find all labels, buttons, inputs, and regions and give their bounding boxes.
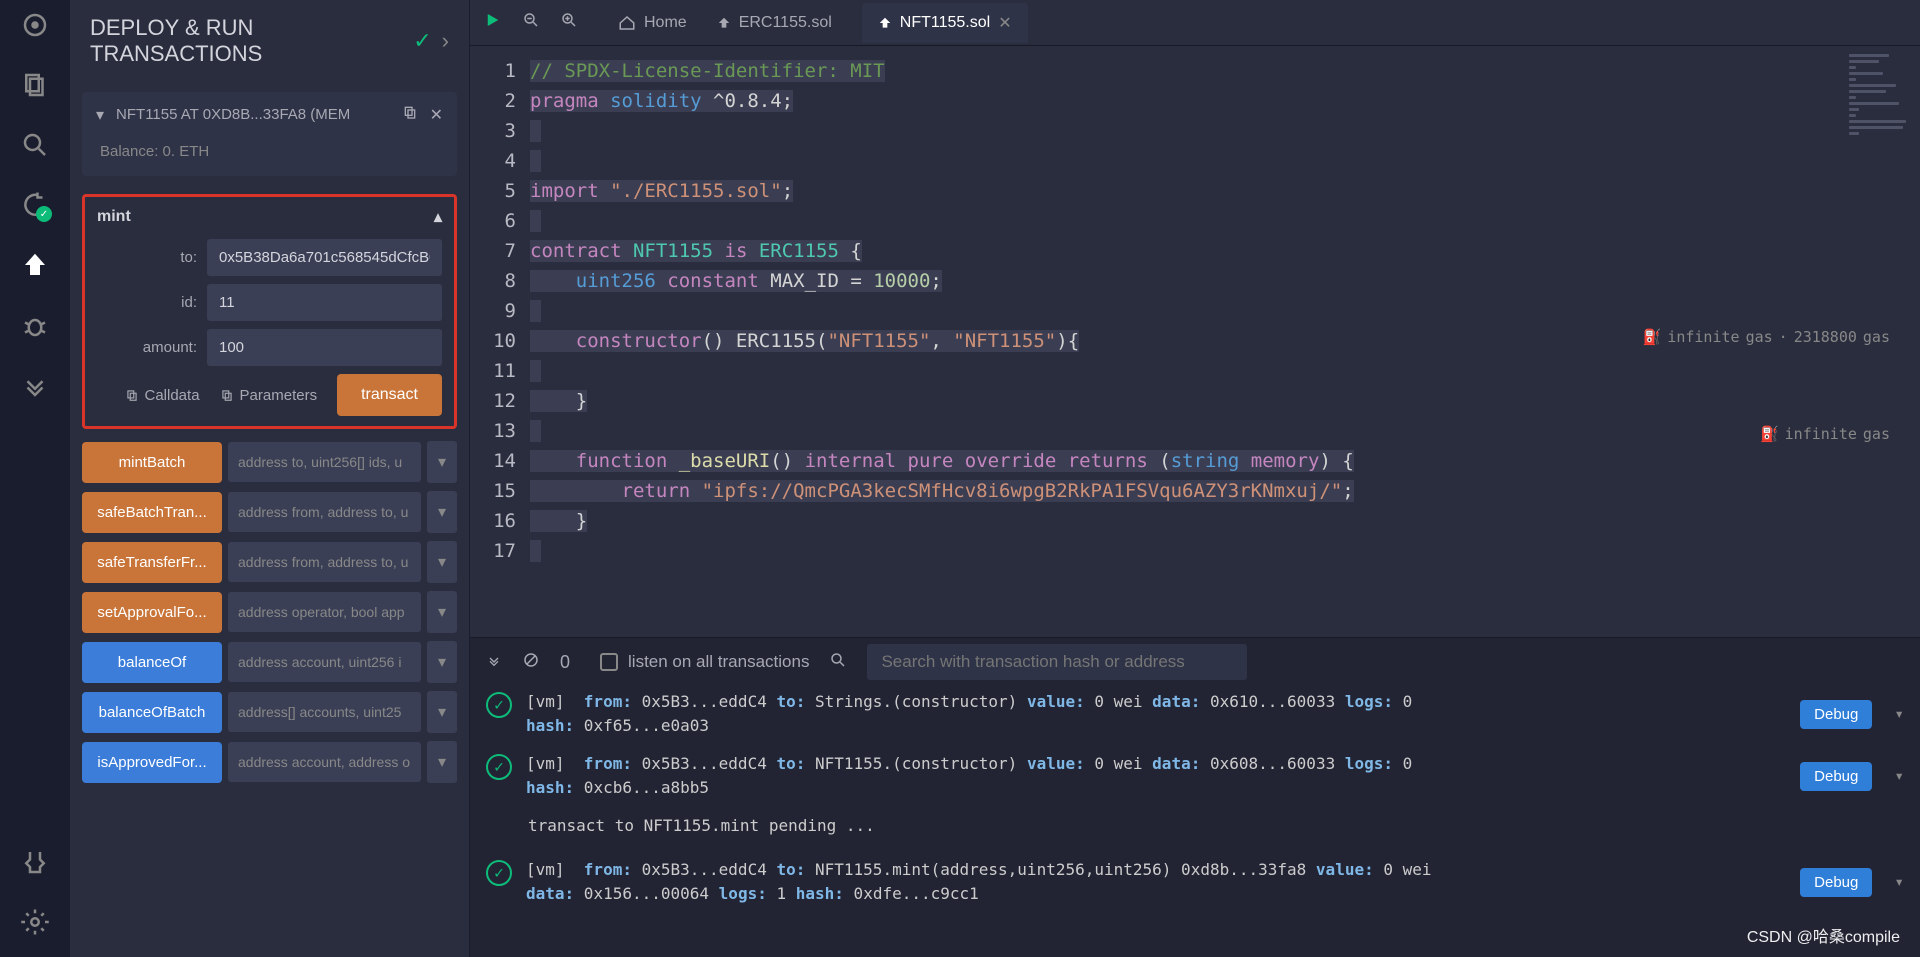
tab-close-icon[interactable]: ✕ — [998, 13, 1011, 33]
to-label: to: — [97, 249, 207, 266]
function-row: balanceOfaddress account, uint256 i▾ — [82, 641, 457, 683]
deployed-contract: ▾ NFT1155 AT 0XD8B...33FA8 (MEM ✕ Balanc… — [82, 92, 457, 176]
function-button[interactable]: safeBatchTran... — [82, 492, 222, 533]
icon-bar: ✓ — [0, 0, 70, 957]
chevron-down-icon[interactable]: ▾ — [427, 541, 457, 583]
function-params-input[interactable]: address[] accounts, uint25 — [228, 692, 421, 732]
chevron-down-icon[interactable]: ▾ — [427, 591, 457, 633]
close-icon[interactable]: ✕ — [430, 105, 443, 125]
log-entry: ✓ [vm] from: 0x5B3...eddC4 to: NFT1155.(… — [486, 752, 1904, 800]
zoom-in-icon[interactable] — [560, 11, 578, 34]
gas-hint: ⛽ infinite gas · 2318800 gas — [1643, 328, 1890, 346]
transact-button[interactable]: transact — [337, 374, 442, 416]
listen-toggle[interactable]: listen on all transactions — [600, 652, 809, 672]
function-row: mintBatchaddress to, uint256[] ids, u▾ — [82, 441, 457, 483]
function-params-input[interactable]: address from, address to, u — [228, 492, 421, 532]
function-button[interactable]: balanceOf — [82, 642, 222, 683]
tab-nft1155[interactable]: NFT1155.sol✕ — [862, 3, 1028, 43]
deploy-panel: DEPLOY & RUN TRANSACTIONS ✓ › ▾ NFT1155 … — [70, 0, 470, 957]
function-row: safeBatchTran...address from, address to… — [82, 491, 457, 533]
debugger-icon[interactable] — [20, 310, 50, 340]
chevron-down-icon[interactable]: ▾ — [427, 441, 457, 483]
chevron-down-icon[interactable]: ▾ — [427, 691, 457, 733]
search-icon[interactable] — [20, 130, 50, 160]
pending-text: transact to NFT1155.mint pending ... — [528, 814, 1904, 838]
id-input[interactable] — [207, 284, 442, 321]
id-label: id: — [97, 294, 207, 311]
terminal-body[interactable]: ✓ [vm] from: 0x5B3...eddC4 to: Strings.(… — [470, 686, 1920, 957]
mint-function-box: mint ▴ to: id: amount: Calldata Paramete… — [82, 194, 457, 429]
function-params-input[interactable]: address from, address to, u — [228, 542, 421, 582]
chevron-right-icon[interactable]: › — [442, 28, 449, 54]
parameters-link[interactable]: Parameters — [220, 387, 318, 404]
tab-home[interactable]: Home — [618, 3, 687, 43]
chevron-down-icon[interactable]: ▾ — [1894, 702, 1904, 726]
function-button[interactable]: mintBatch — [82, 442, 222, 483]
function-button[interactable]: safeTransferFr... — [82, 542, 222, 583]
chevron-down-icon[interactable]: ▾ — [96, 105, 104, 125]
copy-icon[interactable] — [402, 104, 418, 125]
collapse-icon[interactable] — [486, 652, 502, 673]
code-editor[interactable]: 1234567891011121314151617 // SPDX-Licens… — [470, 46, 1920, 637]
success-icon: ✓ — [486, 754, 512, 780]
function-row: setApprovalFo...address operator, bool a… — [82, 591, 457, 633]
terminal: 0 listen on all transactions ✓ [vm] from… — [470, 637, 1920, 957]
chevron-down-icon[interactable]: ▾ — [427, 741, 457, 783]
editor: Home ERC1155.sol NFT1155.sol✕ 1234567891… — [470, 0, 1920, 957]
settings-icon[interactable] — [20, 907, 50, 937]
remix-logo-icon[interactable] — [20, 10, 50, 40]
chevron-down-icon[interactable]: ▾ — [1894, 764, 1904, 788]
function-button[interactable]: balanceOfBatch — [82, 692, 222, 733]
success-icon: ✓ — [486, 860, 512, 886]
plugin-icon[interactable] — [20, 847, 50, 877]
file-explorer-icon[interactable] — [20, 70, 50, 100]
panel-title: DEPLOY & RUN TRANSACTIONS ✓ › — [70, 0, 469, 82]
debug-button[interactable]: Debug — [1800, 700, 1872, 729]
function-params-input[interactable]: address account, address o — [228, 742, 421, 782]
editor-toolbar: Home ERC1155.sol NFT1155.sol✕ — [470, 0, 1920, 46]
chevron-down-icon[interactable]: ▾ — [427, 641, 457, 683]
function-button[interactable]: isApprovedFor... — [82, 742, 222, 783]
contract-title: NFT1155 AT 0XD8B...33FA8 (MEM — [116, 106, 390, 123]
chevron-up-icon[interactable]: ▴ — [434, 207, 442, 227]
debug-button[interactable]: Debug — [1800, 868, 1872, 897]
panel-title-text: DEPLOY & RUN TRANSACTIONS — [90, 15, 403, 67]
pending-count: 0 — [560, 652, 570, 673]
function-list: mintBatchaddress to, uint256[] ids, u▾sa… — [82, 441, 457, 791]
gas-hint: ⛽ infinite gas — [1760, 425, 1890, 443]
function-button[interactable]: setApprovalFo... — [82, 592, 222, 633]
run-icon[interactable] — [484, 11, 502, 34]
chevron-down-icon[interactable]: ▾ — [427, 491, 457, 533]
chevron-down-icon[interactable]: ▾ — [1894, 870, 1904, 894]
function-params-input[interactable]: address account, uint256 i — [228, 642, 421, 682]
function-params-input[interactable]: address operator, bool app — [228, 592, 421, 632]
function-row: balanceOfBatchaddress[] accounts, uint25… — [82, 691, 457, 733]
debug-button[interactable]: Debug — [1800, 762, 1872, 791]
function-row: isApprovedFor...address account, address… — [82, 741, 457, 783]
function-row: safeTransferFr...address from, address t… — [82, 541, 457, 583]
line-numbers: 1234567891011121314151617 — [470, 46, 530, 637]
check-icon: ✓ — [413, 28, 431, 54]
to-input[interactable] — [207, 239, 442, 276]
mint-label: mint — [97, 208, 131, 226]
clear-icon[interactable] — [522, 651, 540, 674]
amount-label: amount: — [97, 339, 207, 356]
checkbox[interactable] — [600, 653, 618, 671]
term-search-icon[interactable] — [829, 651, 847, 674]
term-search-input[interactable] — [867, 644, 1247, 680]
log-entry: ✓ [vm] from: 0x5B3...eddC4 to: NFT1155.m… — [486, 858, 1904, 906]
calldata-link[interactable]: Calldata — [125, 387, 200, 404]
zoom-out-icon[interactable] — [522, 11, 540, 34]
check-badge-icon: ✓ — [36, 206, 52, 222]
deploy-icon[interactable] — [20, 250, 50, 280]
tab-erc1155[interactable]: ERC1155.sol — [717, 3, 832, 43]
more-icon[interactable] — [20, 370, 50, 400]
success-icon: ✓ — [486, 692, 512, 718]
function-params-input[interactable]: address to, uint256[] ids, u — [228, 442, 421, 482]
balance-text: Balance: 0. ETH — [100, 143, 443, 160]
compile-icon[interactable]: ✓ — [20, 190, 50, 220]
amount-input[interactable] — [207, 329, 442, 366]
log-entry: ✓ [vm] from: 0x5B3...eddC4 to: Strings.(… — [486, 690, 1904, 738]
